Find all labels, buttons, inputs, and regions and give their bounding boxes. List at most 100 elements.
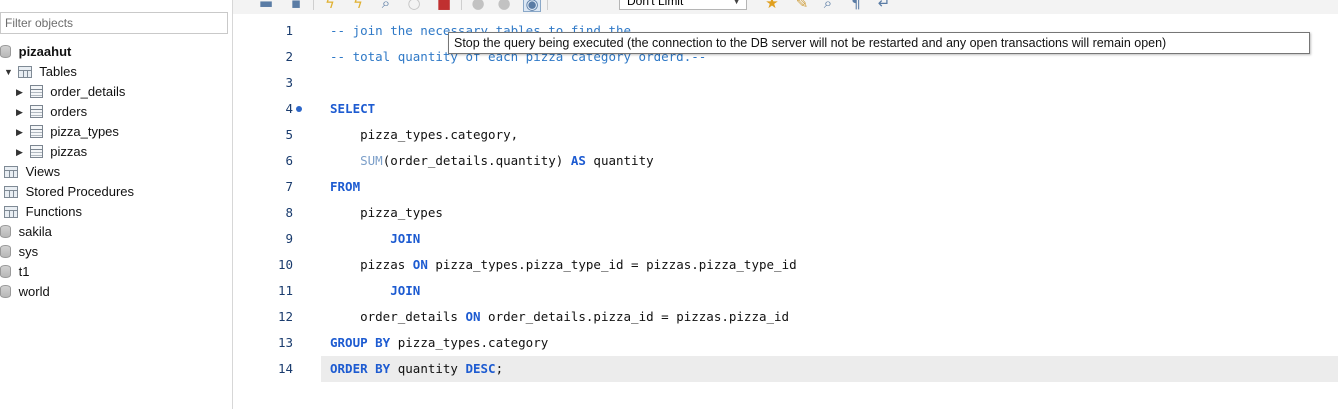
line-number: 8 <box>285 205 293 220</box>
code-line[interactable]: FROM <box>330 174 360 200</box>
code-line[interactable]: ORDER BY quantity DESC; <box>330 356 503 382</box>
explain-icon[interactable]: ⌕ <box>377 0 395 12</box>
sql-text: pizza_types.pizza_type_id = pizzas.pizza… <box>427 257 797 272</box>
filter-objects-input[interactable] <box>0 12 228 34</box>
line-number: 9 <box>285 231 293 246</box>
line-number: 6 <box>285 153 293 168</box>
schema-label: world <box>18 284 50 299</box>
tree-item-stored-procedures[interactable]: Stored Procedures <box>4 182 134 202</box>
folder-icon <box>4 186 18 198</box>
sql-keyword: ON <box>412 257 428 272</box>
toolbar-separator <box>313 0 314 10</box>
code-line[interactable]: order_details ON order_details.pizza_id … <box>330 304 789 330</box>
line-number: 3 <box>285 75 293 90</box>
sql-text: quantity <box>585 153 654 168</box>
collapsed-arrow-icon[interactable]: ▶ <box>16 122 26 142</box>
execute-current-icon[interactable]: ϟ <box>349 0 367 12</box>
beautify-icon[interactable]: ✎ <box>793 0 811 12</box>
table-label: pizzas <box>50 144 88 159</box>
invisible-chars-icon[interactable]: ¶ <box>847 0 865 12</box>
schema-label: sakila <box>18 224 52 239</box>
stop-icon[interactable]: ○ <box>405 0 423 12</box>
schema-sakila[interactable]: sakila <box>0 222 52 242</box>
folder-icon <box>17 66 32 78</box>
sql-text: pizza_types.category, <box>330 127 519 142</box>
autocommit-icon[interactable]: ◉ <box>523 0 541 13</box>
wrap-icon[interactable]: ↵ <box>875 0 893 12</box>
rollback-icon[interactable]: ● <box>495 0 513 12</box>
sql-keyword: JOIN <box>390 283 421 298</box>
limit-rows-select[interactable]: Don't Limit ▼ <box>619 0 747 10</box>
sql-keyword: DESC <box>465 361 496 376</box>
code-line[interactable]: pizza_types.category, <box>330 122 518 148</box>
sql-keyword: ON <box>465 309 481 324</box>
toolbar-separator <box>461 0 462 10</box>
sql-text: order_details <box>330 309 466 324</box>
code-line[interactable]: JOIN <box>330 226 420 252</box>
table-item-pizzas[interactable]: ▶ pizzas <box>16 142 87 162</box>
table-icon <box>29 125 43 138</box>
line-number: 14 <box>277 361 293 376</box>
folder-icon <box>4 206 18 218</box>
add-snippet-icon[interactable]: ★ <box>763 0 781 12</box>
line-number: 1 <box>285 23 293 38</box>
code-line[interactable]: pizzas ON pizza_types.pizza_type_id = pi… <box>330 252 797 278</box>
table-label: orders <box>50 104 88 119</box>
collapsed-arrow-icon[interactable]: ▶ <box>16 82 26 102</box>
sql-text: pizza_types <box>330 205 443 220</box>
table-item-order-details[interactable]: ▶ order_details <box>16 82 125 102</box>
schema-t1[interactable]: t1 <box>0 262 29 282</box>
table-item-orders[interactable]: ▶ orders <box>16 102 87 122</box>
schema-world[interactable]: world <box>0 282 50 302</box>
sql-editor[interactable]: 1 -- join the necessary tables to find th… <box>233 14 1338 409</box>
line-number: 12 <box>277 309 293 324</box>
schema-pizaahut[interactable]: pizaahut <box>0 42 71 62</box>
tree-item-functions[interactable]: Functions <box>4 202 82 222</box>
table-icon <box>29 145 43 158</box>
tree-item-label: Tables <box>39 64 77 79</box>
table-item-pizza-types[interactable]: ▶ pizza_types <box>16 122 119 142</box>
sql-keyword: GROUP BY <box>330 335 391 350</box>
folder-icon <box>4 166 18 178</box>
execute-icon[interactable]: ϟ <box>321 0 339 12</box>
find-icon[interactable]: ⌕ <box>819 0 837 12</box>
schema-sys[interactable]: sys <box>0 242 38 262</box>
chevron-down-icon: ▼ <box>732 0 741 6</box>
commit-icon[interactable]: ● <box>469 0 487 12</box>
expanded-arrow-icon[interactable]: ▼ <box>4 62 14 82</box>
code-line[interactable]: pizza_types <box>330 200 443 226</box>
code-line[interactable]: SUM(order_details.quantity) AS quantity <box>330 148 654 174</box>
sql-keyword: ORDER BY <box>330 361 391 376</box>
tree-item-label: Views <box>25 164 61 179</box>
sql-text: pizzas <box>330 257 413 272</box>
line-number: 10 <box>277 257 293 272</box>
table-icon <box>29 105 43 118</box>
sql-text: (order_details.quantity) <box>382 153 571 168</box>
schema-navigator: pizaahut ▼ Tables ▶ order_details ▶ orde… <box>0 0 233 409</box>
line-number: 13 <box>277 335 293 350</box>
code-line[interactable]: SELECT <box>330 96 375 122</box>
stop-query-tooltip: Stop the query being executed (the conne… <box>448 32 1310 54</box>
tree-item-label: Stored Procedures <box>25 184 135 199</box>
line-number: 11 <box>277 283 293 298</box>
stop-on-error-icon[interactable]: ■ <box>435 0 453 12</box>
line-number: 2 <box>285 49 293 64</box>
database-icon <box>0 265 11 278</box>
sql-text: order_details.pizza_id = pizzas.pizza_id <box>480 309 790 324</box>
schema-label: t1 <box>18 264 30 279</box>
code-line[interactable]: GROUP BY pizza_types.category <box>330 330 548 356</box>
line-number: 5 <box>285 127 293 142</box>
tree-item-tables[interactable]: ▼ Tables <box>4 62 77 82</box>
open-file-icon[interactable]: ▬ <box>257 0 275 12</box>
collapsed-arrow-icon[interactable]: ▶ <box>16 142 26 162</box>
database-icon <box>0 285 11 298</box>
save-icon[interactable]: ▪ <box>287 0 305 12</box>
code-line[interactable]: JOIN <box>330 278 420 304</box>
sql-function: SUM <box>360 153 383 168</box>
collapsed-arrow-icon[interactable]: ▶ <box>16 102 26 122</box>
sql-keyword: SELECT <box>330 101 376 116</box>
tree-item-views[interactable]: Views <box>4 162 60 182</box>
